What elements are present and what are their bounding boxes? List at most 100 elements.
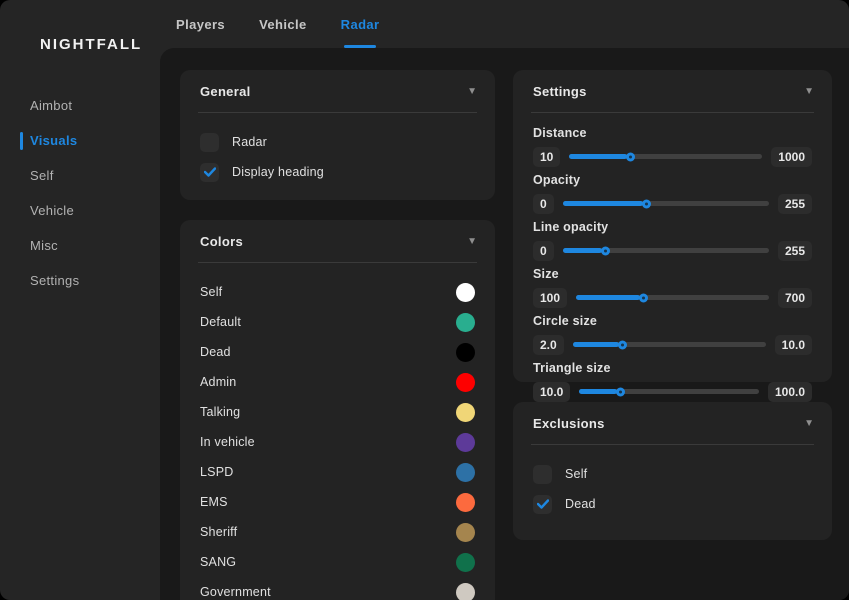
color-swatch[interactable] (456, 373, 475, 392)
slider-label: Size (533, 267, 812, 283)
slider-handle[interactable] (618, 340, 627, 349)
color-swatch[interactable] (456, 343, 475, 362)
checkbox-row-display-heading: Display heading (200, 157, 475, 187)
slider-min-value: 10 (533, 147, 560, 167)
color-row-sang: SANG (200, 547, 475, 577)
chevron-down-icon[interactable]: ▼ (804, 86, 814, 97)
radar-checkbox[interactable] (200, 133, 219, 152)
color-swatch[interactable] (456, 433, 475, 452)
sidebar-item-label: Self (30, 168, 54, 183)
color-swatch[interactable] (456, 583, 475, 600)
general-checkbox-list: Radar Display heading (180, 113, 495, 187)
line-opacity-slider[interactable] (563, 248, 769, 253)
color-swatch[interactable] (456, 403, 475, 422)
colors-card-header: Colors ▼ (180, 220, 495, 262)
display-heading-checkbox[interactable] (200, 163, 219, 182)
color-row-talking: Talking (200, 397, 475, 427)
checkbox-row-dead: Dead (533, 489, 812, 519)
color-swatch[interactable] (456, 283, 475, 302)
slider-label: Triangle size (533, 361, 812, 377)
color-label: Sheriff (200, 525, 237, 539)
sidebar-item-label: Visuals (30, 133, 77, 148)
sidebar-item-self[interactable]: Self (0, 158, 160, 193)
color-swatch[interactable] (456, 463, 475, 482)
color-label: SANG (200, 555, 236, 569)
checkbox-label: Display heading (232, 165, 324, 179)
slider-fill (563, 201, 643, 206)
color-row-in-vehicle: In vehicle (200, 427, 475, 457)
exclusions-checkbox-list: Self Dead (513, 445, 832, 519)
slider-label: Circle size (533, 314, 812, 330)
slider-min-value: 10.0 (533, 382, 570, 402)
chevron-down-icon[interactable]: ▼ (467, 236, 477, 247)
slider-min-value: 0 (533, 241, 554, 261)
tab-vehicle[interactable]: Vehicle (259, 17, 307, 38)
chevron-down-icon[interactable]: ▼ (804, 418, 814, 429)
sidebar-item-settings[interactable]: Settings (0, 263, 160, 298)
exclude-dead-checkbox[interactable] (533, 495, 552, 514)
triangle-size-slider-group: Triangle size 10.0 100.0 (533, 361, 812, 401)
slider-row: 10 1000 (533, 147, 812, 166)
triangle-size-slider[interactable] (579, 389, 759, 394)
color-label: Admin (200, 375, 236, 389)
tab-radar-label: Radar (341, 17, 380, 32)
slider-handle[interactable] (601, 246, 610, 255)
slider-max-value: 1000 (771, 147, 812, 167)
color-swatch[interactable] (456, 313, 475, 332)
exclude-self-checkbox[interactable] (533, 465, 552, 484)
settings-card: Settings ▼ Distance 10 1000 Opacity (513, 70, 832, 382)
slider-handle[interactable] (639, 293, 648, 302)
slider-handle[interactable] (616, 387, 625, 396)
slider-handle[interactable] (626, 152, 635, 161)
sidebar-item-misc[interactable]: Misc (0, 228, 160, 263)
size-slider[interactable] (576, 295, 769, 300)
color-row-lspd: LSPD (200, 457, 475, 487)
color-label: EMS (200, 495, 228, 509)
color-label: Default (200, 315, 241, 329)
slider-min-value: 100 (533, 288, 567, 308)
settings-card-title: Settings (533, 84, 587, 99)
color-row-ems: EMS (200, 487, 475, 517)
slider-list: Distance 10 1000 Opacity 0 (513, 113, 832, 401)
sidebar-item-visuals[interactable]: Visuals (0, 123, 160, 158)
tab-players[interactable]: Players (176, 17, 225, 38)
tab-radar[interactable]: Radar (341, 17, 380, 38)
color-label: Dead (200, 345, 231, 359)
slider-fill (576, 295, 640, 300)
color-label: Self (200, 285, 222, 299)
check-icon (204, 167, 216, 177)
general-card: General ▼ Radar Display heading (180, 70, 495, 200)
tab-vehicle-label: Vehicle (259, 17, 307, 32)
active-indicator-bar (20, 132, 23, 150)
slider-max-value: 255 (778, 194, 812, 214)
general-card-title: General (200, 84, 251, 99)
distance-slider[interactable] (569, 154, 762, 159)
sidebar: Aimbot Visuals Self Vehicle Misc Setting… (0, 88, 160, 298)
slider-min-value: 0 (533, 194, 554, 214)
top-tabs: Players Vehicle Radar (176, 17, 380, 38)
slider-row: 0 255 (533, 241, 812, 260)
exclusions-card-title: Exclusions (533, 416, 605, 431)
color-label: In vehicle (200, 435, 255, 449)
circle-size-slider[interactable] (573, 342, 766, 347)
color-label: Government (200, 585, 271, 599)
sidebar-item-label: Vehicle (30, 203, 74, 218)
sidebar-item-vehicle[interactable]: Vehicle (0, 193, 160, 228)
color-swatch[interactable] (456, 523, 475, 542)
color-row-self: Self (200, 277, 475, 307)
opacity-slider[interactable] (563, 201, 769, 206)
slider-row: 0 255 (533, 194, 812, 213)
checkbox-label: Self (565, 467, 587, 481)
slider-row: 100 700 (533, 288, 812, 307)
checkbox-label: Dead (565, 497, 596, 511)
sidebar-item-aimbot[interactable]: Aimbot (0, 88, 160, 123)
color-row-dead: Dead (200, 337, 475, 367)
settings-card-header: Settings ▼ (513, 70, 832, 112)
color-label: LSPD (200, 465, 233, 479)
slider-handle[interactable] (642, 199, 651, 208)
color-swatch[interactable] (456, 493, 475, 512)
slider-max-value: 700 (778, 288, 812, 308)
exclusions-card-header: Exclusions ▼ (513, 402, 832, 444)
chevron-down-icon[interactable]: ▼ (467, 86, 477, 97)
color-swatch[interactable] (456, 553, 475, 572)
